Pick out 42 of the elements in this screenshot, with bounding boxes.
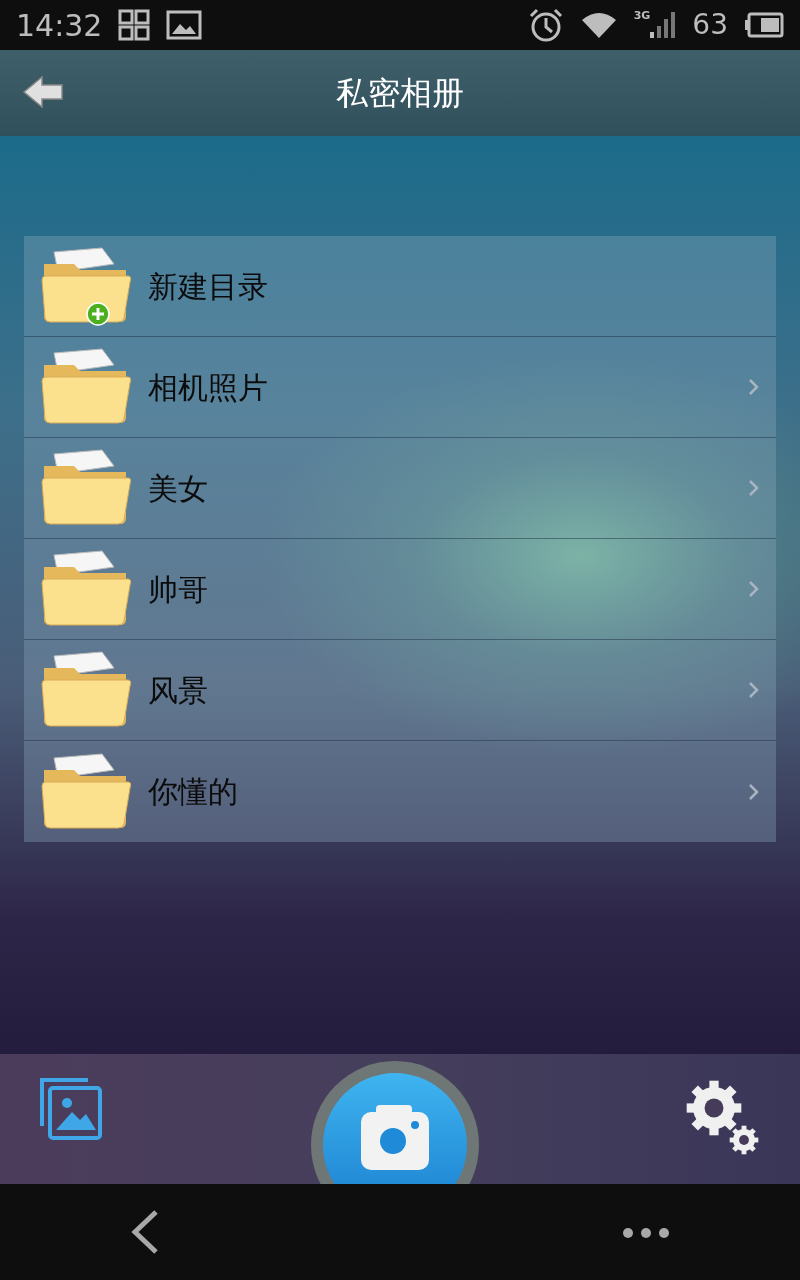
network-type: 3G (633, 10, 651, 21)
chevron-right-icon (748, 378, 760, 396)
folder-item[interactable]: 相机照片 (24, 337, 776, 438)
clock-time: 14:32 (16, 6, 103, 45)
back-button[interactable] (130, 1209, 160, 1255)
screen-title: 私密相册 (336, 73, 464, 114)
back-button[interactable] (22, 74, 66, 110)
chevron-right-icon (748, 479, 760, 497)
folder-icon (40, 549, 132, 629)
folder-icon (40, 448, 132, 528)
folder-item[interactable]: 帅哥 (24, 539, 776, 640)
back-chevron-icon (130, 1209, 160, 1255)
chevron-right-icon (748, 681, 760, 699)
grid-icon (118, 9, 151, 41)
folder-name: 帅哥 (148, 570, 208, 609)
back-arrow-icon (22, 74, 66, 110)
folder-item[interactable]: 你懂的 (24, 741, 776, 842)
gallery-icon (40, 1078, 104, 1142)
alarm-icon (527, 7, 564, 43)
folder-name: 美女 (148, 469, 208, 508)
battery-level: 63 (692, 7, 728, 43)
folder-item[interactable]: 新建目录 (24, 236, 776, 337)
wifi-icon (579, 10, 618, 40)
chevron-right-icon (748, 782, 760, 801)
folder-item[interactable]: 风景 (24, 640, 776, 741)
settings-button[interactable] (686, 1078, 760, 1156)
folder-name: 相机照片 (148, 368, 268, 407)
signal-icon (650, 10, 677, 40)
image-icon (166, 10, 203, 40)
folder-icon (40, 650, 132, 730)
folder-plus-icon (40, 246, 132, 326)
battery-icon (744, 12, 784, 38)
more-icon (622, 1225, 670, 1240)
gallery-button[interactable] (40, 1078, 104, 1142)
settings-icon (686, 1078, 760, 1156)
chevron-right-icon (748, 580, 760, 598)
folder-icon (40, 347, 132, 427)
folder-icon (40, 751, 132, 832)
folder-name: 风景 (148, 671, 208, 710)
folder-name: 新建目录 (148, 267, 268, 306)
folder-name: 你懂的 (148, 773, 238, 811)
folder-item[interactable]: 美女 (24, 438, 776, 539)
